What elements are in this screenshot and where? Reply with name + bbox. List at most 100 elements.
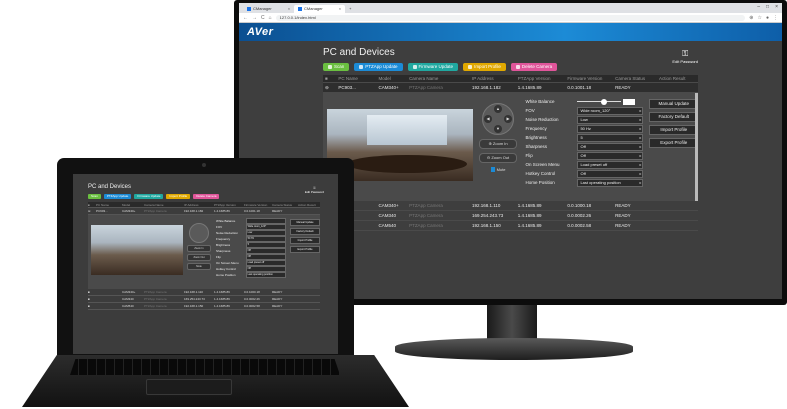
aver-logo: AVer — [247, 26, 274, 38]
maximize-icon[interactable]: □ — [766, 4, 769, 10]
white-balance-value[interactable] — [623, 98, 636, 105]
import-profile-button[interactable]: Import Profile — [463, 63, 506, 71]
export-profile-button[interactable]: Export Profile — [290, 246, 320, 253]
delete-camera-button[interactable]: Delete Camera — [510, 63, 558, 71]
sharpness-select[interactable]: Off — [577, 142, 644, 151]
forward-icon[interactable]: → — [252, 15, 257, 21]
firmware-update-button[interactable]: Firmware Update — [134, 194, 164, 199]
back-icon[interactable]: ← — [243, 15, 248, 21]
table-row[interactable]: CAM540 PTZApp Camera 192.168.1.150 1.4.1… — [323, 221, 698, 231]
column-header[interactable]: Action Result — [657, 76, 698, 81]
account-icon[interactable]: ● — [766, 15, 769, 21]
scan-button[interactable]: Scan — [88, 194, 101, 199]
delete-camera-button[interactable]: Delete Camera — [193, 194, 220, 199]
brightness-select[interactable]: 5 — [577, 133, 644, 142]
pan-up-icon[interactable]: ▲ — [494, 105, 503, 113]
scan-button[interactable]: Scan — [323, 63, 350, 71]
setting-flip: Flip Off — [525, 151, 644, 160]
close-tab-icon[interactable]: × — [339, 5, 341, 13]
flip-select[interactable]: Off — [577, 151, 644, 160]
column-header[interactable]: Camera Status — [613, 76, 657, 81]
manual-update-button[interactable]: Manual Update — [649, 99, 698, 109]
hotkey-control-select[interactable]: Off — [577, 169, 644, 178]
address-input[interactable]: 127.0.0.1/index.html — [275, 14, 746, 21]
ptzapp-update-button[interactable]: PTZApp Update — [103, 194, 132, 199]
home-position-select[interactable]: Last operating position — [577, 178, 644, 187]
white-balance-slider[interactable] — [577, 98, 622, 105]
table-row[interactable]: ■ CAM540 PTZApp Camera 192.168.1.150 1.4.168… — [88, 303, 320, 310]
zoom-in-button[interactable]: ⊕ Zoom In — [479, 139, 518, 149]
column-header[interactable]: IP Address — [470, 76, 516, 81]
firmware-update-button[interactable]: Firmware Update — [407, 63, 459, 71]
pan-down-icon[interactable]: ▼ — [494, 125, 503, 133]
close-window-icon[interactable]: × — [775, 4, 778, 10]
table-cell: READY — [615, 203, 631, 208]
table-row[interactable]: ■ CAM340 PTZApp Camera 169.254.243.73 1.4.16… — [88, 296, 320, 303]
column-header[interactable]: PTZApp Version — [516, 76, 566, 81]
mute-toggle[interactable]: Mute — [490, 167, 505, 172]
factory-default-button[interactable]: Factory Default — [649, 112, 698, 122]
column-header[interactable]: Camera Status — [272, 203, 298, 207]
table-cell: CAM340+ — [378, 85, 399, 90]
menu-icon[interactable]: ⋮ — [773, 15, 778, 21]
column-header[interactable]: Camera Name — [407, 76, 470, 81]
slider-knob[interactable] — [601, 98, 608, 105]
column-header[interactable]: IP Address — [184, 203, 214, 207]
frequency-select[interactable]: 50 Hz — [577, 124, 644, 133]
mute-toggle[interactable]: Mute — [187, 263, 211, 270]
laptop-edit-password-button[interactable]: ⚿ Edit Password — [305, 186, 324, 194]
import-profile-action-button[interactable]: Import Profile — [649, 125, 698, 135]
column-header[interactable]: Action Result — [298, 203, 320, 207]
column-header[interactable]: PTZApp Version — [214, 203, 244, 207]
setting-label: FOV — [216, 225, 223, 229]
table-row[interactable]: ■ CAM340+ PTZApp Camera 192.168.1.110 1.4.16… — [88, 289, 320, 296]
ptzapp-update-button[interactable]: PTZApp Update — [354, 63, 403, 71]
edit-password-button[interactable]: ⚿ Edit Password — [672, 49, 698, 64]
manual-update-button[interactable]: Manual Update — [290, 219, 320, 226]
table-cell: 0.0.0002.58 — [244, 304, 260, 308]
scrollbar[interactable] — [695, 93, 698, 201]
column-header[interactable]: Model — [377, 76, 408, 81]
import-profile-button[interactable]: Import Profile — [166, 194, 191, 199]
star-icon[interactable]: ☆ — [757, 15, 761, 21]
fov-select[interactable]: Wide room_120° — [577, 106, 644, 115]
minimize-icon[interactable]: – — [757, 4, 760, 10]
pan-left-icon[interactable]: ◀ — [484, 115, 493, 123]
column-header[interactable]: Model — [122, 203, 144, 207]
zoom-out-button[interactable]: ⊖ Zoom Out — [479, 153, 518, 163]
table-cell: 0.0.0002.26 — [567, 213, 592, 218]
devices-table: ■ PC Name Model Camera Name IP Address P… — [323, 75, 698, 231]
setting-label: Flip — [525, 153, 533, 158]
zoom-icon[interactable]: ⊕ — [749, 15, 753, 21]
column-header[interactable]: Camera Name — [144, 203, 184, 207]
zoom-out-button[interactable]: Zoom Out — [187, 254, 211, 261]
close-tab-icon[interactable]: × — [288, 5, 290, 13]
noise-reduction-select[interactable]: Low — [577, 115, 644, 124]
column-header[interactable]: PC Name — [336, 76, 376, 81]
export-profile-button[interactable]: Export Profile — [649, 138, 698, 148]
new-tab-button[interactable]: + — [345, 5, 355, 13]
table-row-selected[interactable]: ⊖ PC903... CAM340+ PTZApp Camera 192.168… — [323, 83, 698, 93]
browser-tab-active[interactable]: CManager × — [294, 5, 346, 13]
import-profile-action-button[interactable]: Import Profile — [290, 237, 320, 244]
select-all-checkbox[interactable]: ■ — [323, 76, 336, 81]
on-screen-menu-select[interactable]: Load preset off — [577, 160, 644, 169]
column-header[interactable]: Firmware Version — [244, 203, 272, 207]
table-row[interactable]: CAM340+ PTZApp Camera 192.168.1.110 1.4.… — [323, 201, 698, 211]
table-row-selected[interactable]: ⊖ PC903... CAM340+ PTZApp Camera 192.168… — [88, 208, 320, 215]
table-cell: 192.168.1.182 — [471, 85, 501, 90]
reload-icon[interactable]: C — [261, 15, 265, 21]
table-cell: PTZApp Camera — [409, 223, 443, 228]
ptz-dpad[interactable] — [189, 223, 209, 243]
table-cell: 0.0.0002.58 — [567, 223, 592, 228]
table-row[interactable]: CAM340 PTZApp Camera 169.254.243.73 1.4.… — [323, 211, 698, 221]
zoom-in-button[interactable]: Zoom In — [187, 245, 211, 252]
home-icon[interactable]: ⌂ — [269, 15, 272, 21]
column-header[interactable]: Firmware Version — [565, 76, 613, 81]
expand-icon[interactable]: ⊖ — [323, 85, 336, 91]
browser-tab[interactable]: CManager × — [243, 5, 294, 13]
home-position-select[interactable]: Last operating position — [245, 272, 286, 278]
column-header[interactable]: PC Name — [96, 203, 122, 207]
factory-default-button[interactable]: Factory Default — [290, 228, 320, 235]
pan-right-icon[interactable]: ▶ — [504, 115, 513, 123]
